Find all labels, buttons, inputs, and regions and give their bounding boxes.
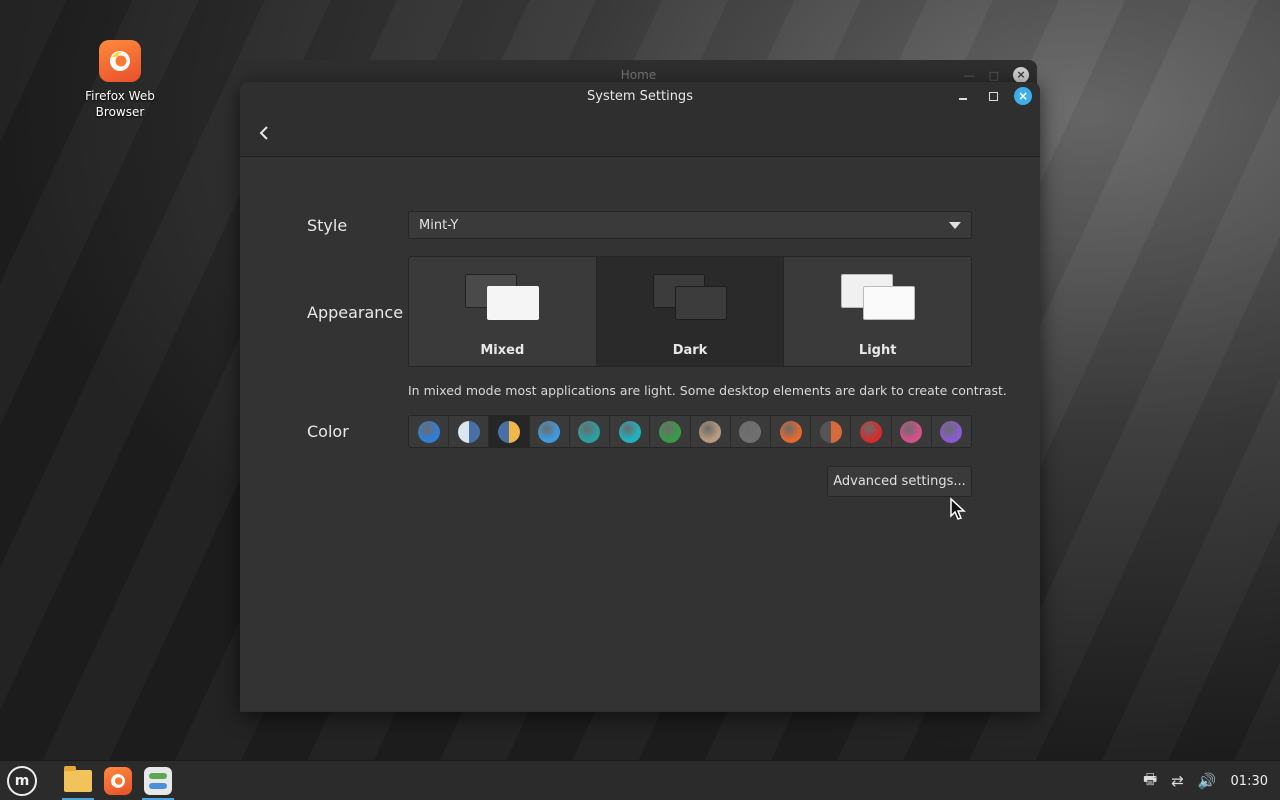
swatch-circle bbox=[739, 420, 762, 443]
appearance-option-mixed[interactable]: Mixed bbox=[409, 257, 597, 366]
option-label: Light bbox=[858, 343, 897, 358]
system-tray: 🖶 ⇄ 🔊 01:30 bbox=[1143, 761, 1268, 800]
system-settings-window: System Settings × Style Mint-Y Appearanc… bbox=[240, 82, 1040, 712]
color-swatch-sky[interactable] bbox=[529, 416, 570, 447]
network-icon[interactable]: ⇄ bbox=[1171, 772, 1184, 790]
mouse-cursor-icon bbox=[950, 497, 966, 520]
appearance-option-dark[interactable]: Dark bbox=[596, 257, 785, 366]
color-swatch-orange-split[interactable] bbox=[811, 416, 852, 447]
volume-icon[interactable]: 🔊 bbox=[1198, 772, 1217, 790]
minimize-icon[interactable]: — bbox=[964, 69, 975, 82]
desktop-icon-firefox[interactable]: Firefox Web Browser bbox=[78, 40, 162, 120]
swatch-circle bbox=[457, 420, 480, 443]
appearance-label: Appearance bbox=[307, 303, 404, 322]
window-title: Home bbox=[620, 68, 657, 82]
color-selector bbox=[408, 415, 972, 448]
swatch-circle bbox=[819, 420, 842, 443]
color-swatch-teal[interactable] bbox=[569, 416, 611, 447]
appearance-option-light[interactable]: Light bbox=[784, 257, 971, 366]
desktop-icon-label: Firefox Web Browser bbox=[85, 89, 155, 119]
settings-icon bbox=[144, 767, 172, 795]
light-preview-icon bbox=[840, 274, 915, 322]
option-label: Mixed bbox=[480, 343, 525, 358]
taskbar: m 🖶 ⇄ 🔊 01:30 bbox=[0, 760, 1280, 800]
swatch-circle bbox=[498, 420, 521, 443]
close-icon[interactable]: × bbox=[1013, 67, 1029, 83]
swatch-circle bbox=[860, 420, 883, 443]
maximize-button[interactable] bbox=[984, 87, 1002, 105]
clock[interactable]: 01:30 bbox=[1231, 774, 1268, 789]
settings-content: Style Mint-Y Appearance Mixed Dark Light… bbox=[240, 157, 1040, 711]
firefox-icon bbox=[99, 40, 141, 82]
style-value: Mint-Y bbox=[419, 218, 459, 233]
firefox-icon bbox=[104, 767, 132, 795]
color-swatch-aqua-split[interactable] bbox=[449, 416, 490, 447]
color-swatch-red[interactable] bbox=[851, 416, 892, 447]
dark-preview-icon bbox=[653, 274, 727, 322]
color-swatch-cyan[interactable] bbox=[610, 416, 651, 447]
swatch-circle bbox=[578, 420, 601, 443]
color-swatch-green[interactable] bbox=[650, 416, 691, 447]
swatch-circle bbox=[417, 420, 440, 443]
color-label: Color bbox=[307, 422, 349, 441]
window-title: System Settings bbox=[587, 89, 693, 104]
option-label: Dark bbox=[672, 343, 708, 358]
swatch-circle bbox=[940, 420, 963, 443]
color-swatch-orange[interactable] bbox=[770, 416, 812, 447]
chevron-left-icon bbox=[259, 126, 268, 140]
taskbar-firefox[interactable] bbox=[100, 763, 136, 799]
toolbar bbox=[240, 110, 1040, 157]
color-swatch-default-split[interactable] bbox=[489, 416, 530, 447]
color-swatch-grey[interactable] bbox=[730, 416, 771, 447]
taskbar-files[interactable] bbox=[60, 763, 96, 800]
minimize-button[interactable] bbox=[954, 87, 972, 105]
chevron-down-icon bbox=[949, 222, 961, 229]
taskbar-settings[interactable] bbox=[140, 763, 176, 800]
color-swatch-purple[interactable] bbox=[931, 416, 971, 447]
appearance-hint: In mixed mode most applications are ligh… bbox=[408, 383, 1007, 398]
appearance-selector: Mixed Dark Light bbox=[408, 256, 972, 367]
start-menu-button[interactable]: m bbox=[4, 763, 40, 799]
color-swatch-sand[interactable] bbox=[690, 416, 731, 447]
swatch-circle bbox=[900, 420, 923, 443]
menu-icon: m bbox=[7, 766, 37, 796]
advanced-settings-button[interactable]: Advanced settings... bbox=[827, 466, 972, 497]
swatch-circle bbox=[618, 420, 641, 443]
swatch-circle bbox=[779, 420, 802, 443]
close-button[interactable]: × bbox=[1014, 87, 1032, 105]
color-swatch-blue[interactable] bbox=[409, 416, 450, 447]
mixed-preview-icon bbox=[465, 274, 540, 322]
swatch-circle bbox=[699, 420, 722, 443]
back-button[interactable] bbox=[252, 120, 276, 146]
maximize-icon[interactable]: □ bbox=[989, 69, 999, 82]
swatch-circle bbox=[658, 420, 681, 443]
files-icon bbox=[64, 766, 92, 792]
printer-icon[interactable]: 🖶 bbox=[1143, 769, 1157, 794]
style-label: Style bbox=[307, 216, 348, 235]
swatch-circle bbox=[538, 420, 561, 443]
color-swatch-pink[interactable] bbox=[891, 416, 932, 447]
titlebar[interactable]: System Settings × bbox=[240, 82, 1040, 110]
style-dropdown[interactable]: Mint-Y bbox=[408, 211, 972, 239]
